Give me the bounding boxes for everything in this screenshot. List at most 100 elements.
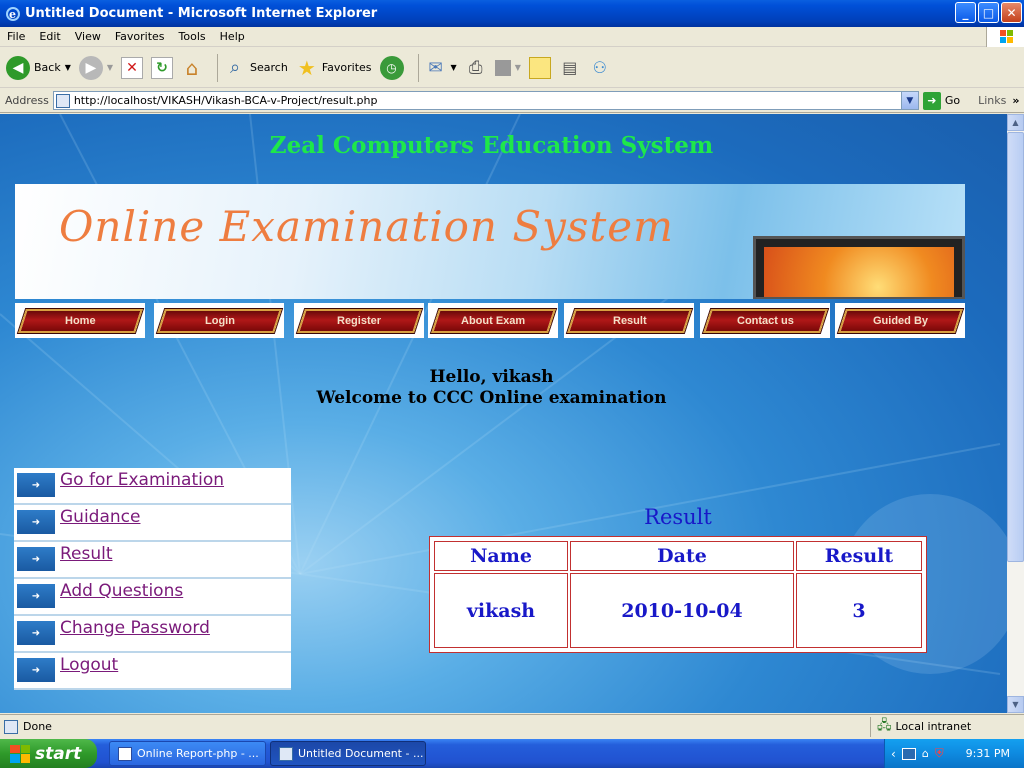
address-url: http://localhost/VIKASH/Vikash-BCA-v-Pro… [73,94,378,107]
nav-contact-us[interactable]: Contact us [700,303,830,338]
edit-button[interactable]: ▼ [494,59,521,76]
note-icon [528,56,551,79]
task-online-report-label: Online Report-php - ... [137,747,259,760]
welcome-text: Welcome to CCC Online examination [316,388,667,408]
history-button[interactable]: ◷ [379,55,404,80]
task-online-report[interactable]: Online Report-php - ... [109,741,266,766]
task-untitled-document[interactable]: Untitled Document - ... [270,741,426,766]
menu-edit[interactable]: Edit [32,30,67,43]
menu-help[interactable]: Help [213,30,252,43]
security-shield-icon[interactable]: ⛨ [935,746,944,761]
chevron-right-icon[interactable]: » [1012,94,1019,107]
scroll-thumb[interactable] [1007,132,1024,562]
nav-contact-us-label: Contact us [736,314,794,327]
nav-home[interactable]: Home [15,303,145,338]
mail-icon: ✉ [428,57,443,78]
greeting-text: Hello, vikash [429,367,554,387]
menu-favorites[interactable]: Favorites [108,30,172,43]
address-input[interactable]: http://localhost/VIKASH/Vikash-BCA-v-Pro… [52,91,919,110]
vertical-scrollbar[interactable]: ▲ ▼ [1007,114,1024,713]
discuss-button[interactable] [528,56,551,79]
result-heading: Result [644,505,712,529]
arrow-bullet-icon: ➜ [17,473,55,497]
clock[interactable]: 9:31 PM [966,747,1010,760]
side-item-guidance: ➜ Guidance [14,505,291,542]
side-item-change-password: ➜ Change Password [14,616,291,653]
side-link-go-for-examination[interactable]: Go for Examination [60,470,224,490]
connection-icon[interactable]: ⌂ [922,747,929,760]
page-viewport: Zeal Computers Education System Online E… [0,114,1007,713]
banner: Online Examination System [15,184,965,299]
maximize-button[interactable]: □ [978,2,999,23]
toolbar-separator [417,53,419,82]
monitor-image [753,236,965,299]
address-dropdown-icon[interactable]: ▼ [900,92,918,109]
window-titlebar[interactable]: e Untitled Document - Microsoft Internet… [0,0,1024,27]
forward-button[interactable]: ▶ ▼ [78,55,114,80]
refresh-button[interactable]: ↻ [151,56,174,79]
go-button[interactable]: ➜ Go [922,91,961,110]
windows-flag-icon [10,744,30,763]
word-doc-icon [118,746,132,761]
table-header-name: Name [434,541,568,571]
mail-button[interactable]: ✉ ▼ [425,57,457,79]
links-button[interactable]: Links [978,94,1006,107]
stop-button[interactable]: ✕ [121,56,144,79]
address-label: Address [5,94,49,107]
nav-register[interactable]: Register [294,303,424,338]
side-menu: ➜ Go for Examination ➜ Guidance ➜ Result… [14,468,291,690]
scroll-up-icon[interactable]: ▲ [1007,114,1024,131]
side-link-guidance[interactable]: Guidance [60,507,140,527]
start-button[interactable]: start [0,739,97,768]
search-button[interactable]: ⌕ Search [224,57,288,79]
print-icon: ⎙ [468,57,483,78]
zone-text: Local intranet [895,720,972,733]
messenger-button[interactable]: ⚇ [589,57,611,79]
table-cell-date: 2010-10-04 [570,573,794,648]
nav-result[interactable]: Result [564,303,694,338]
taskbar: start Online Report-php - ... Untitled D… [0,739,1024,768]
tray-expand-icon[interactable]: ‹ [891,747,896,761]
nav-home-label: Home [64,314,96,327]
window-title: Untitled Document - Microsoft Internet E… [25,6,378,21]
side-link-result[interactable]: Result [60,544,113,564]
task-untitled-document-label: Untitled Document - ... [298,747,424,760]
minimize-button[interactable]: _ [955,2,976,23]
security-zone: 🖧 Local intranet [870,716,972,737]
forward-arrow-icon: ▶ [78,55,103,80]
side-item-add-questions: ➜ Add Questions [14,579,291,616]
arrow-bullet-icon: ➜ [17,547,55,571]
arrow-bullet-icon: ➜ [17,584,55,608]
refresh-icon: ↻ [151,56,174,79]
windows-logo-icon [986,27,1024,47]
banner-text: Online Examination System [59,202,674,251]
mail-dropdown-icon: ▼ [450,63,457,72]
scroll-down-icon[interactable]: ▼ [1007,696,1024,713]
forward-dropdown-icon: ▼ [106,63,114,72]
nav-guided-by-label: Guided By [872,314,928,327]
menu-tools[interactable]: Tools [172,30,213,43]
side-link-change-password[interactable]: Change Password [60,618,210,638]
ie-icon: e [6,6,20,21]
favorites-button[interactable]: ★ Favorites [296,56,372,80]
nav-about-exam[interactable]: About Exam [428,303,558,338]
side-link-add-questions[interactable]: Add Questions [60,581,183,601]
nav-guided-by[interactable]: Guided By [835,303,965,338]
start-label: start [35,743,82,764]
page-icon [55,93,70,108]
research-button[interactable]: ▤ [559,57,581,79]
ie-task-icon [279,746,293,761]
print-button[interactable]: ⎙ [465,57,487,79]
go-label: Go [944,94,961,107]
close-button[interactable]: ✕ [1001,2,1022,23]
nav-login[interactable]: Login [154,303,284,338]
back-arrow-icon: ◀ [6,55,30,80]
back-button[interactable]: ◀ Back ▼ [6,55,71,80]
home-button[interactable]: ⌂ [181,56,203,80]
menu-file[interactable]: File [0,30,32,43]
site-title: Zeal Computers Education System [269,132,714,159]
network-icon[interactable] [901,747,916,760]
side-link-logout[interactable]: Logout [60,655,118,675]
menu-view[interactable]: View [68,30,108,43]
nav-bar: Home Login Register About Exam Result Co… [15,303,965,338]
